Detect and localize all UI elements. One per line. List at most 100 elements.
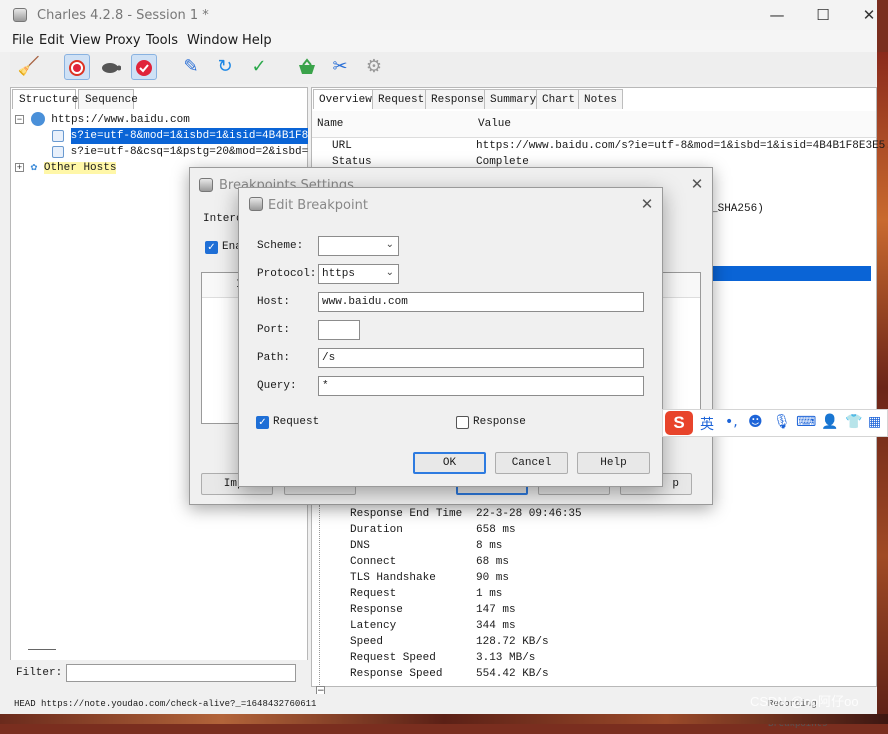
request-label: s?ie=utf-8&csq=1&pstg=20&mod=2&isbd=1&cq (70, 146, 308, 158)
menu-help[interactable]: Help (242, 33, 272, 48)
edit-breakpoint-dialog: Edit Breakpoint ✕ Scheme: ⌄ Protocol: ht… (238, 187, 663, 487)
breakpoints-icon[interactable] (131, 54, 157, 80)
close-button[interactable]: ✕ (846, 0, 888, 30)
tools-icon[interactable]: ✂ (327, 54, 353, 80)
refresh-icon[interactable]: ↻ (212, 54, 238, 80)
emoji-icon[interactable]: ☻ (748, 414, 763, 430)
tab-structure[interactable]: Structure (12, 89, 78, 109)
throttle-turtle-icon[interactable] (98, 54, 124, 80)
timing-row-name: DNS (350, 540, 370, 552)
timing-row-name: Response (350, 604, 403, 616)
tree-host-row[interactable]: − https://www.baidu.com (15, 112, 190, 128)
timing-row-name: Request Speed (350, 652, 436, 664)
punctuation-icon[interactable]: •, (725, 414, 738, 430)
protocol-select[interactable]: https ⌄ (318, 264, 399, 284)
path-input[interactable]: /s (318, 348, 644, 368)
tree-other-hosts-row[interactable]: + ✿ Other Hosts (15, 160, 117, 176)
apps-icon[interactable]: ▦ (868, 414, 881, 430)
globe-icon (30, 112, 45, 127)
menu-proxy[interactable]: Proxy (105, 33, 141, 48)
user-icon[interactable]: 👤 (821, 414, 838, 430)
charles-app-icon (249, 197, 263, 211)
menu-tools[interactable]: Tools (146, 33, 178, 48)
help-button[interactable]: Help (577, 452, 650, 474)
collapse-node-icon[interactable]: − (15, 114, 24, 124)
tab-summary[interactable]: Summary (484, 89, 543, 109)
port-input[interactable] (318, 320, 360, 340)
menu-bar: File Edit View Proxy Tools Window Help (0, 30, 877, 52)
intercept-label: Interc (203, 213, 243, 225)
filter-bar: Filter: (10, 660, 308, 687)
tab-sequence[interactable]: Sequence (78, 89, 138, 109)
request-label-selected: s?ie=utf-8&mod=1&isbd=1&isid=4B4B1F8E3E5 (70, 128, 308, 144)
protocol-value: https (322, 268, 356, 280)
enable-breakpoints-checkbox[interactable]: ✓ (205, 241, 218, 254)
protocol-label: Protocol: (257, 268, 317, 280)
scheme-select[interactable]: ⌄ (318, 236, 399, 256)
maximize-button[interactable]: ☐ (800, 0, 846, 30)
desktop-background-bottom (0, 714, 888, 724)
port-label: Port: (257, 324, 291, 336)
query-input[interactable]: * (318, 376, 644, 396)
host-input[interactable]: www.baidu.com (318, 292, 644, 312)
cancel-button[interactable]: Cancel (495, 452, 568, 474)
timing-row-name: Response Speed (350, 668, 443, 680)
expand-node-icon[interactable]: + (15, 162, 24, 172)
response-checkbox[interactable] (456, 416, 469, 429)
settings-gear-icon[interactable]: ⚙ (361, 54, 387, 80)
charles-app-icon (199, 178, 213, 192)
tab-chart[interactable]: Chart (536, 89, 582, 109)
tree-request-row[interactable]: s?ie=utf-8&mod=1&isbd=1&isid=4B4B1F8E3E5 (52, 128, 308, 144)
splitter-grip[interactable] (28, 649, 56, 650)
timing-row-value: 3.13 MB/s (476, 652, 536, 664)
tab-overview[interactable]: Overview (313, 89, 378, 109)
selected-row-highlight (711, 266, 871, 281)
mic-icon[interactable]: 🎙 (773, 414, 791, 430)
close-icon[interactable]: ✕ (634, 192, 660, 216)
column-header-value[interactable]: Value (473, 111, 876, 138)
filter-label: Filter: (16, 667, 63, 679)
filter-input[interactable] (66, 664, 296, 682)
tab-request[interactable]: Request (372, 89, 431, 109)
skin-icon[interactable]: 👕 (845, 414, 862, 430)
timing-row-name: Connect (350, 556, 397, 568)
menu-view[interactable]: View (70, 33, 101, 48)
record-icon[interactable] (64, 54, 90, 80)
timing-row-value: 128.72 KB/s (476, 636, 549, 648)
request-icon (52, 130, 64, 142)
ok-button[interactable]: OK (413, 452, 486, 474)
column-header-name[interactable]: Name (312, 111, 478, 138)
timing-row-value: 68 ms (476, 556, 510, 568)
toolbar: 🧹 ✎ ↻ ✓ ✂ ⚙ (10, 52, 877, 84)
pen-icon[interactable]: ✎ (178, 54, 204, 80)
check-icon[interactable]: ✓ (246, 54, 272, 80)
broom-icon[interactable]: 🧹 (16, 54, 42, 80)
timing-row-name: Speed (350, 636, 384, 648)
timing-row-value: 22-3-28 09:46:35 (476, 508, 582, 520)
timing-row-value: 8 ms (476, 540, 503, 552)
lang-toggle-icon[interactable]: 英 (700, 414, 714, 434)
request-checkbox[interactable]: ✓ (256, 416, 269, 429)
timing-row-name: Response End Time (350, 508, 463, 520)
timing-row-value: 554.42 KB/s (476, 668, 549, 680)
sogou-logo-icon[interactable]: S (665, 411, 693, 435)
menu-file[interactable]: File (12, 33, 34, 48)
charles-app-icon (13, 8, 27, 22)
minimize-button[interactable]: — (754, 0, 800, 30)
tab-response[interactable]: Response (425, 89, 490, 109)
response-checkbox-label: Response (473, 416, 526, 428)
tree-request-row[interactable]: s?ie=utf-8&csq=1&pstg=20&mod=2&isbd=1&cq (52, 144, 308, 160)
menu-window[interactable]: Window (187, 33, 238, 48)
menu-edit[interactable]: Edit (39, 33, 64, 48)
timing-row-name: Request (350, 588, 397, 600)
status-text: HEAD https://note.youdao.com/check-alive… (14, 699, 317, 709)
scheme-label: Scheme: (257, 240, 304, 252)
timing-row-value: 658 ms (476, 524, 516, 536)
tab-notes[interactable]: Notes (578, 89, 624, 109)
basket-icon[interactable] (294, 54, 320, 80)
keyboard-icon[interactable]: ⌨ (796, 414, 816, 430)
csdn-watermark: CSDN @oo阿仔oo (750, 694, 859, 709)
close-icon[interactable]: ✕ (684, 172, 710, 196)
chevron-down-icon: ⌄ (385, 240, 394, 251)
chevron-down-icon: ⌄ (385, 268, 394, 279)
